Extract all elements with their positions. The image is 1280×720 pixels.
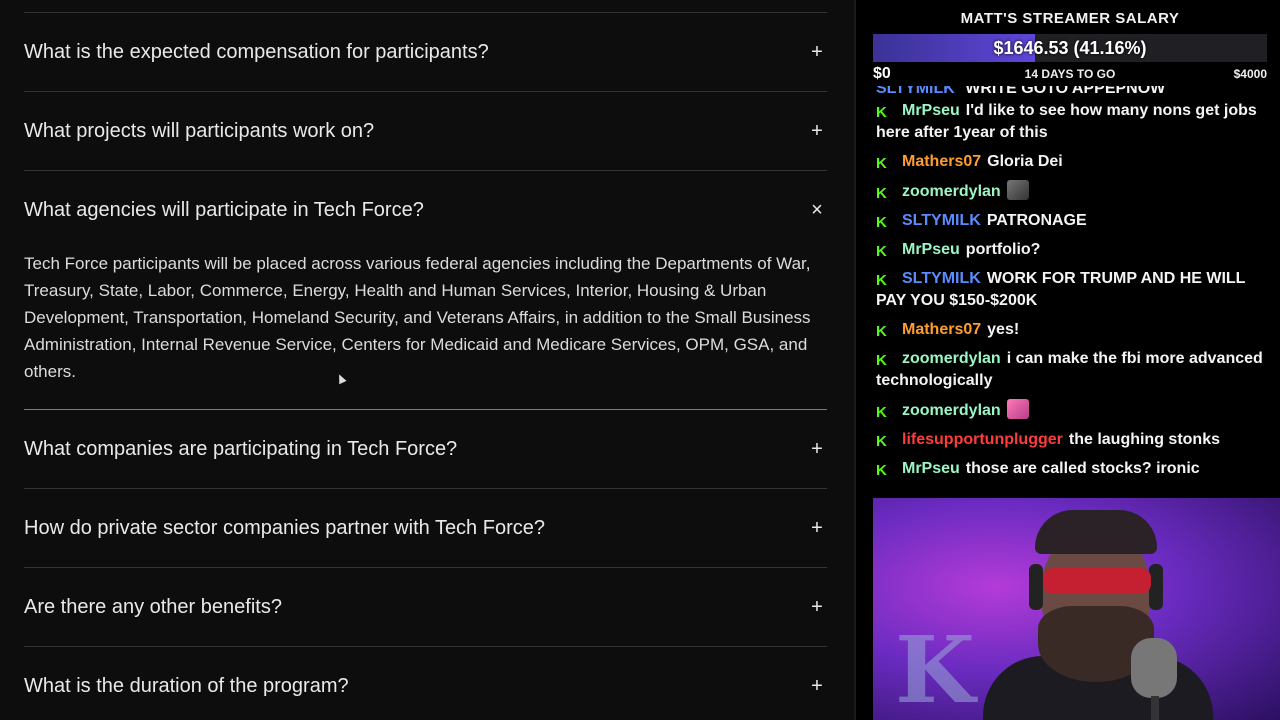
chat-username[interactable]: SLTYMILK	[902, 212, 981, 229]
emote-icon	[1006, 399, 1029, 419]
faq-question-row[interactable]: What agencies will participate in Tech F…	[24, 171, 827, 249]
chat-message: Kzoomerdylan i can make the fbi more adva…	[876, 348, 1268, 392]
faq-answer: Tech Force participants will be placed a…	[24, 254, 811, 381]
faq-question: What projects will participants work on?	[24, 119, 375, 142]
chat-text: WRITE GOTO APPEPNOW	[965, 86, 1165, 94]
streamer	[983, 506, 1213, 720]
faq-item[interactable]: Are there any other benefits? +	[24, 568, 827, 647]
faq-item[interactable]: How do private sector companies partner …	[24, 489, 827, 568]
plus-icon[interactable]: +	[807, 596, 827, 619]
faq-item[interactable]: What is the expected compensation for pa…	[24, 13, 827, 92]
chat-message: Kzoomerdylan	[876, 180, 1268, 203]
chat-text: Gloria Dei	[987, 153, 1063, 170]
close-icon[interactable]: ×	[807, 199, 827, 222]
chat-message: Klifesupportunplugger the laughing stonks	[876, 429, 1268, 451]
chat-username[interactable]: lifesupportunplugger	[902, 431, 1063, 448]
chat-text: yes!	[987, 321, 1020, 338]
salary-amount: $1646.53 (41.16%)	[993, 38, 1147, 58]
chat-username[interactable]: zoomerdylan	[902, 183, 1001, 200]
chat-username[interactable]: Mathers07	[902, 153, 981, 170]
faq-question-row[interactable]: What companies are participating in Tech…	[24, 410, 827, 488]
chat-username[interactable]: zoomerdylan	[902, 350, 1001, 367]
chat-username[interactable]: MrPseu	[902, 460, 960, 477]
chat-text: portfolio?	[965, 241, 1041, 258]
kick-badge-icon: K	[876, 404, 887, 421]
chat-message: K Mathers07 Gloria Dei	[876, 151, 1268, 173]
kick-badge-icon: K	[876, 433, 887, 450]
faq-question-row[interactable]: What is the expected compensation for pa…	[24, 13, 827, 91]
chat-feed: SLTYMILK WRITE GOTO APPEPNOW KMrPseuI'd …	[876, 86, 1268, 490]
chat-message: K SLTYMILK PATRONAGE	[876, 210, 1268, 232]
faq-question-row[interactable]: What projects will participants work on?…	[24, 92, 827, 170]
chat-text: the laughing stonks	[1068, 431, 1220, 448]
chat-message: K MrPseu those are called stocks? ironic	[876, 458, 1268, 480]
chat-username[interactable]: SLTYMILK	[902, 270, 981, 287]
faq-item[interactable]: What projects will participants work on?…	[24, 92, 827, 171]
chat-text: PATRONAGE	[986, 212, 1087, 229]
faq-item[interactable]: What companies are participating in Tech…	[24, 410, 827, 489]
faq-question-row[interactable]: How do private sector companies partner …	[24, 489, 827, 567]
kick-badge-icon: K	[876, 243, 887, 260]
faq-question: What companies are participating in Tech…	[24, 437, 458, 460]
faq-question: How do private sector companies partner …	[24, 516, 545, 539]
faq-question: What is the expected compensation for pa…	[24, 40, 489, 63]
chat-message: K MrPseu portfolio?	[876, 239, 1268, 261]
kick-badge-icon: K	[876, 214, 887, 231]
salary-progress-bar: $1646.53 (41.16%)	[873, 34, 1267, 62]
salary-goal-widget: MATT'S STREAMER SALARY $1646.53 (41.16%)…	[873, 0, 1267, 90]
chat-text: those are called stocks? ironic	[965, 460, 1200, 477]
chat-username[interactable]: MrPseu	[902, 241, 960, 258]
plus-icon[interactable]: +	[807, 438, 827, 461]
chat-list: K MrPseu I'd like to see how many nons get…	[876, 100, 1268, 480]
headset-icon	[1149, 564, 1163, 610]
faq-item[interactable]: What is the duration of the program? +	[24, 647, 827, 720]
microphone-icon	[1131, 638, 1177, 698]
plus-icon[interactable]: +	[807, 675, 827, 698]
chat-message: K Mathers07 yes!	[876, 319, 1268, 341]
chat-username[interactable]: MrPseu	[902, 102, 960, 119]
faq-question: What is the duration of the program?	[24, 674, 349, 697]
faq-item-expanded[interactable]: What agencies will participate in Tech F…	[24, 171, 827, 410]
kick-badge-icon: K	[876, 462, 887, 479]
headset-icon	[1029, 564, 1043, 610]
mic-arm	[1151, 696, 1159, 720]
kick-badge-icon: K	[876, 104, 887, 121]
salary-days-label: 14 DAYS TO GO	[1024, 67, 1116, 81]
plus-icon[interactable]: +	[807, 120, 827, 143]
webcam-feed: K	[873, 498, 1280, 720]
streamer-hat	[1035, 510, 1157, 554]
emote-icon	[1006, 180, 1029, 200]
chat-message: K SLTYMILK WORK FOR TRUMP AND HE WILL PAY …	[876, 268, 1268, 312]
plus-icon[interactable]: +	[807, 41, 827, 64]
faq-question: Are there any other benefits?	[24, 595, 282, 618]
chat-username[interactable]: zoomerdylan	[902, 402, 1001, 419]
faq-question: What agencies will participate in Tech F…	[24, 198, 424, 221]
salary-title: MATT'S STREAMER SALARY	[960, 10, 1180, 27]
faq-list: What is the expected compensation for pa…	[24, 12, 827, 720]
kick-badge-icon: K	[876, 155, 887, 172]
faq-question-row[interactable]: Are there any other benefits? +	[24, 568, 827, 646]
kick-badge-icon: K	[876, 352, 887, 369]
chat-message: Kzoomerdylan	[876, 399, 1268, 422]
faq-panel: What is the expected compensation for pa…	[0, 0, 854, 720]
plus-icon[interactable]: +	[807, 517, 827, 540]
kick-badge-icon: K	[876, 185, 887, 202]
chat-username[interactable]: Mathers07	[902, 321, 981, 338]
kick-badge-icon: K	[876, 323, 887, 340]
chat-username: SLTYMILK	[876, 86, 955, 94]
sunglasses	[1043, 568, 1151, 594]
divider	[854, 0, 856, 720]
backdrop-logo: K	[895, 616, 975, 720]
chat-message: K MrPseu I'd like to see how many nons get…	[876, 100, 1268, 144]
salary-max-label: $4000	[1233, 67, 1267, 81]
faq-question-row[interactable]: What is the duration of the program? +	[24, 647, 827, 720]
kick-badge-icon: K	[876, 272, 887, 289]
chat-message: SLTYMILK WRITE GOTO APPEPNOW	[876, 86, 1268, 94]
